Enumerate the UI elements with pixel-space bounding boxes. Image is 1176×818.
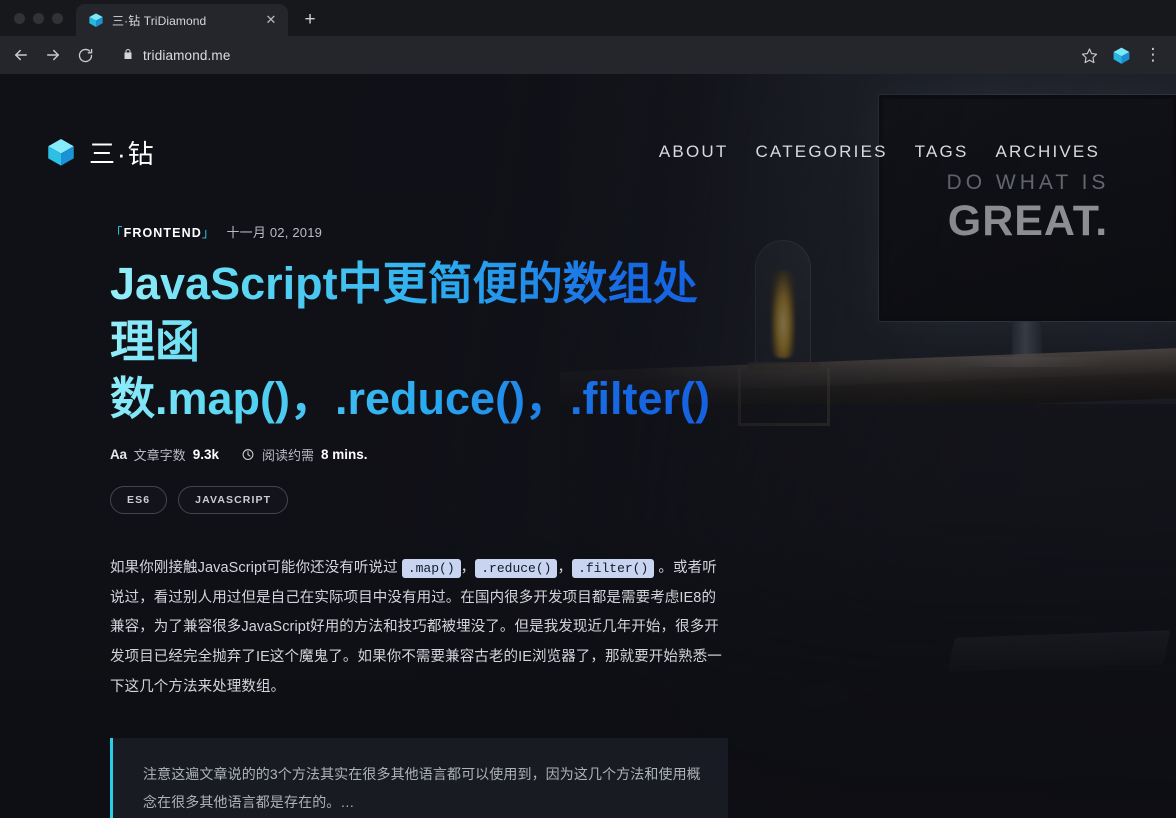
reload-button[interactable] xyxy=(70,40,100,70)
read-time-label: 阅读约需 xyxy=(262,445,314,464)
browser-tab[interactable]: 三·钻 TriDiamond ✕ xyxy=(76,4,288,36)
site-content: 三·钻 ABOUT CATEGORIES TAGS ARCHIVES 「FRON… xyxy=(0,74,1176,818)
excerpt-part-4: 。或者听说过，看过别人用过但是自己在实际项目中没有用过。在国内很多开发项目都是需… xyxy=(110,560,722,695)
inline-code-map: .map() xyxy=(402,559,461,578)
word-count-label: 文章字数 xyxy=(134,445,186,464)
post-preview: 「FRONTEND」 十一月 02, 2019 JavaScript中更简便的数… xyxy=(110,222,740,818)
post-category-label: FRONTEND xyxy=(124,226,202,240)
address-bar-url: tridiamond.me xyxy=(143,48,231,63)
excerpt-part-3: ， xyxy=(557,560,572,576)
forward-button[interactable] xyxy=(38,40,68,70)
read-time-stat: 阅读约需 8 mins. xyxy=(241,445,368,464)
post-blockquote: 注意这遍文章说的的3个方法其实在很多其他语言都可以使用到，因为这几个方法和使用概… xyxy=(110,738,728,818)
tab-title: 三·钻 TriDiamond xyxy=(112,12,255,29)
excerpt-part-1: 如果你刚接触JavaScript可能你还没有听说过 xyxy=(110,560,402,576)
browser-titlebar: 三·钻 TriDiamond ✕ + xyxy=(0,0,1176,36)
bracket-open: 「 xyxy=(110,226,124,240)
post-meta: 「FRONTEND」 十一月 02, 2019 xyxy=(110,222,740,241)
word-count-value: 9.3k xyxy=(193,447,219,462)
bracket-close: 」 xyxy=(202,226,216,240)
excerpt-part-2: ， xyxy=(461,560,476,576)
nav-link-tags[interactable]: TAGS xyxy=(915,142,969,162)
nav-link-about[interactable]: ABOUT xyxy=(659,142,729,162)
bookmark-star-icon[interactable] xyxy=(1076,42,1102,68)
close-window-button[interactable] xyxy=(14,13,25,24)
tag-es6[interactable]: ES6 xyxy=(110,486,167,514)
post-category[interactable]: 「FRONTEND」 xyxy=(110,222,215,241)
window-controls xyxy=(0,0,76,36)
site-brand[interactable]: 三·钻 xyxy=(46,134,156,171)
stopwatch-icon xyxy=(241,447,255,461)
profile-icon[interactable] xyxy=(1108,42,1134,68)
post-excerpt: 如果你刚接触JavaScript可能你还没有听说过 .map()，.reduce… xyxy=(110,554,728,703)
diamond-cube-logo-icon xyxy=(46,137,76,167)
lock-icon xyxy=(122,48,134,63)
post-stats: Aa 文章字数 9.3k 阅读约需 8 mins. xyxy=(110,445,740,464)
site-brand-name: 三·钻 xyxy=(89,134,156,171)
post-tags: ES6 JAVASCRIPT xyxy=(110,486,740,514)
aa-icon: Aa xyxy=(110,447,127,462)
browser-toolbar: tridiamond.me ⋮ xyxy=(0,36,1176,74)
diamond-cube-favicon-icon xyxy=(88,12,104,28)
site-header: 三·钻 ABOUT CATEGORIES TAGS ARCHIVES xyxy=(0,122,1176,182)
browser-window: 三·钻 TriDiamond ✕ + tridiamond.me xyxy=(0,0,1176,818)
tab-close-icon[interactable]: ✕ xyxy=(263,12,279,28)
site-navigation: ABOUT CATEGORIES TAGS ARCHIVES xyxy=(659,142,1100,162)
new-tab-button[interactable]: + xyxy=(296,6,324,34)
post-date: 十一月 02, 2019 xyxy=(226,222,322,241)
tag-javascript[interactable]: JAVASCRIPT xyxy=(178,486,288,514)
maximize-window-button[interactable] xyxy=(52,13,63,24)
browser-menu-icon[interactable]: ⋮ xyxy=(1140,42,1166,68)
inline-code-reduce: .reduce() xyxy=(475,559,557,578)
inline-code-filter: .filter() xyxy=(572,559,654,578)
word-count-stat: Aa 文章字数 9.3k xyxy=(110,445,219,464)
blockquote-text: 注意这遍文章说的的3个方法其实在很多其他语言都可以使用到，因为这几个方法和使用概… xyxy=(143,760,702,816)
back-button[interactable] xyxy=(6,40,36,70)
page-viewport: DO WHAT IS GREAT. xyxy=(0,74,1176,818)
minimize-window-button[interactable] xyxy=(33,13,44,24)
post-title[interactable]: JavaScript中更简便的数组处理函数.map()，.reduce()，.f… xyxy=(110,255,740,428)
address-bar[interactable]: tridiamond.me xyxy=(108,41,1066,69)
read-time-value: 8 mins. xyxy=(321,447,368,462)
nav-link-archives[interactable]: ARCHIVES xyxy=(995,142,1100,162)
nav-link-categories[interactable]: CATEGORIES xyxy=(755,142,887,162)
toolbar-actions: ⋮ xyxy=(1076,42,1166,68)
